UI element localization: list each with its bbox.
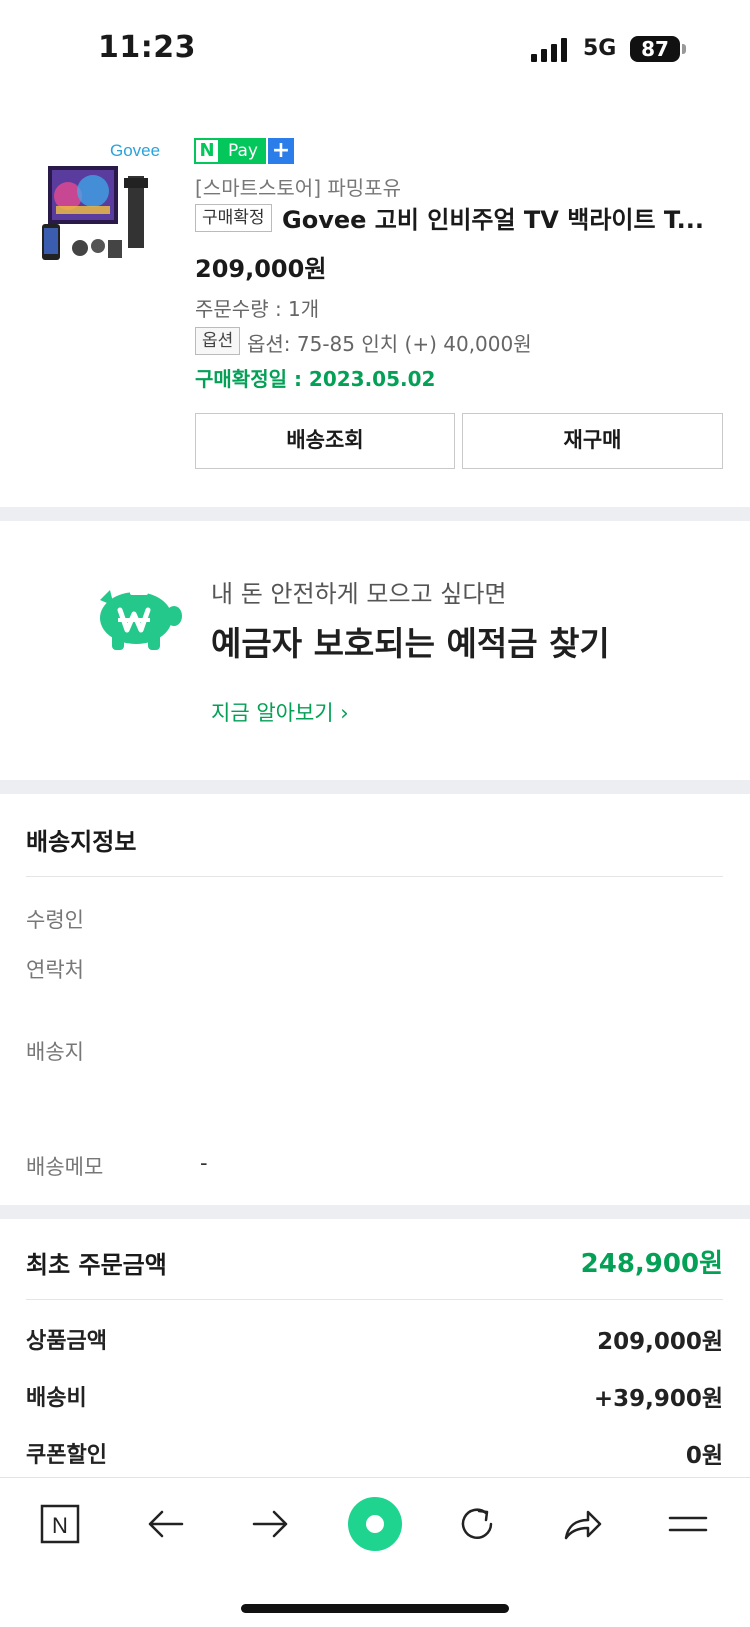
product-image: Govee xyxy=(42,141,160,260)
product-price: 209,000원 xyxy=(195,255,327,283)
naver-pay-badge: N Pay + xyxy=(194,138,294,164)
pay-plus-icon: + xyxy=(267,138,294,164)
recipient-label: 수령인 xyxy=(26,908,84,932)
share-icon[interactable] xyxy=(558,1500,606,1548)
signal-icon xyxy=(531,38,571,62)
option-tag: 옵션 xyxy=(195,327,241,355)
initial-order-total-value: 248,900원 xyxy=(580,1249,723,1279)
shipping-fee-value: +39,900원 xyxy=(593,1386,723,1412)
shipping-fee-label: 배송비 xyxy=(26,1386,87,1411)
purchase-confirmed-tag: 구매확정 xyxy=(195,204,272,232)
totals-divider xyxy=(26,1299,723,1300)
coupon-discount-label: 쿠폰할인 xyxy=(26,1443,107,1468)
order-quantity: 주문수량 : 1개 xyxy=(195,297,320,321)
pay-text: Pay xyxy=(220,138,266,164)
naver-home-icon[interactable]: N xyxy=(36,1500,84,1548)
thumb-brand: Govee xyxy=(110,141,160,160)
product-thumbnail[interactable]: Govee xyxy=(38,136,178,276)
coupon-discount-value: 0원 xyxy=(685,1443,723,1469)
section-divider xyxy=(0,507,750,521)
shipping-section-title: 배송지정보 xyxy=(26,828,137,856)
option-text: 옵션: 75-85 인치 (+) 40,000원 xyxy=(247,332,532,356)
green-dot-icon[interactable] xyxy=(347,1496,403,1552)
promo-link[interactable]: 지금 알아보기 › xyxy=(211,697,349,727)
home-indicator xyxy=(241,1604,509,1613)
battery-nub xyxy=(682,44,686,54)
promo-title[interactable]: 예금자 보호되는 예적금 찾기 xyxy=(211,617,610,665)
store-name[interactable]: [스마트스토어] 파밍포유 xyxy=(195,172,401,201)
pay-n-logo: N xyxy=(194,138,220,164)
promo-subtitle: 내 돈 안전하게 모으고 싶다면 xyxy=(211,580,507,608)
product-title[interactable]: Govee 고비 인비주얼 TV 백라이트 T... xyxy=(282,204,722,236)
status-time: 11:23 xyxy=(98,30,196,65)
shipping-divider xyxy=(26,876,723,877)
section-divider xyxy=(0,1205,750,1219)
product-amount-value: 209,000원 xyxy=(597,1329,723,1355)
home-letter: N xyxy=(52,1513,68,1538)
memo-value: - xyxy=(200,1151,208,1175)
contact-label: 연락처 xyxy=(26,958,84,982)
address-label: 배송지 xyxy=(26,1040,84,1064)
piggy-bank-icon[interactable] xyxy=(92,580,184,652)
section-divider xyxy=(0,780,750,794)
track-delivery-button[interactable]: 배송조회 xyxy=(195,413,455,469)
back-arrow-icon[interactable] xyxy=(142,1500,190,1548)
forward-arrow-icon[interactable] xyxy=(246,1500,294,1548)
initial-order-total-label: 최초 주문금액 xyxy=(26,1251,167,1279)
reorder-button[interactable]: 재구매 xyxy=(462,413,723,469)
product-amount-label: 상품금액 xyxy=(26,1329,107,1354)
memo-label: 배송메모 xyxy=(26,1155,104,1179)
battery-icon: 87 xyxy=(630,36,680,62)
confirm-date: 구매확정일 : 2023.05.02 xyxy=(195,367,436,391)
reload-icon[interactable] xyxy=(453,1500,501,1548)
menu-icon[interactable] xyxy=(664,1500,712,1548)
network-type: 5G xyxy=(583,36,617,61)
